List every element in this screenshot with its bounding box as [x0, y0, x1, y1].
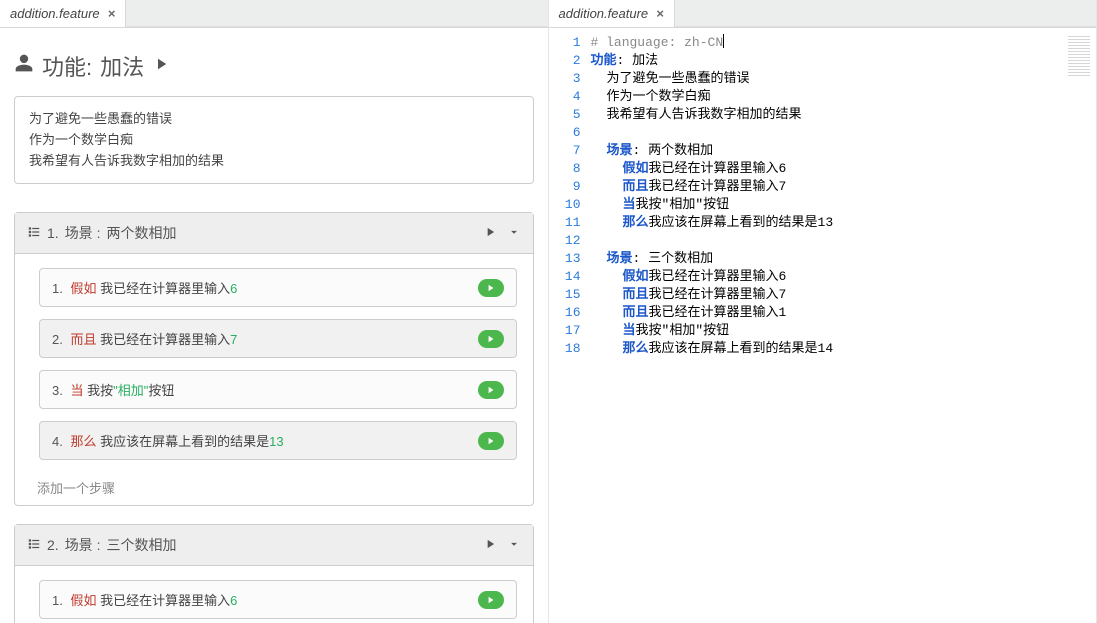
- scenario-label: 场景 :: [65, 223, 101, 243]
- code-line[interactable]: 而且我已经在计算器里输入7: [591, 286, 1097, 304]
- scenario-label: 场景 :: [65, 535, 101, 555]
- line-number: 9: [549, 178, 581, 196]
- code-line[interactable]: 场景: 三个数相加: [591, 250, 1097, 268]
- step-go-button[interactable]: [478, 591, 504, 609]
- scenario-icon: [27, 225, 41, 242]
- step-text: 4. 那么 我应该在屏幕上看到的结果是13: [52, 431, 284, 450]
- line-number: 3: [549, 70, 581, 88]
- step-text: 3. 当 我按"相加"按钮: [52, 380, 174, 399]
- feature-body: 功能: 加法 为了避免一些愚蠢的错误 作为一个数学白痴 我希望有人告诉我数字相加…: [0, 28, 548, 623]
- line-number: 15: [549, 286, 581, 304]
- code-line[interactable]: 假如我已经在计算器里输入6: [591, 268, 1097, 286]
- feature-description: 为了避免一些愚蠢的错误 作为一个数学白痴 我希望有人告诉我数字相加的结果: [14, 96, 534, 184]
- desc-line: 作为一个数学白痴: [29, 130, 519, 151]
- right-pane: addition.feature × 123456789101112131415…: [549, 0, 1097, 623]
- scenario-icon: [27, 537, 41, 554]
- line-number: 17: [549, 322, 581, 340]
- line-number: 18: [549, 340, 581, 358]
- code-line[interactable]: [591, 124, 1097, 142]
- step-text: 1. 假如 我已经在计算器里输入6: [52, 590, 237, 609]
- line-number: 13: [549, 250, 581, 268]
- line-number: 2: [549, 52, 581, 70]
- step-row[interactable]: 4. 那么 我应该在屏幕上看到的结果是13: [39, 421, 517, 460]
- code-line[interactable]: 我希望有人告诉我数字相加的结果: [591, 106, 1097, 124]
- step-go-button[interactable]: [478, 432, 504, 450]
- tab-addition-feature-right[interactable]: addition.feature ×: [549, 0, 675, 27]
- play-icon[interactable]: [483, 537, 497, 554]
- code-line[interactable]: 场景: 两个数相加: [591, 142, 1097, 160]
- step-row[interactable]: 1. 假如 我已经在计算器里输入6: [39, 580, 517, 619]
- line-number: 4: [549, 88, 581, 106]
- code-line[interactable]: 而且我已经在计算器里输入7: [591, 178, 1097, 196]
- close-icon[interactable]: ×: [108, 6, 116, 21]
- chevron-down-icon[interactable]: [507, 537, 521, 554]
- code-line[interactable]: 当我按"相加"按钮: [591, 322, 1097, 340]
- scenario-header[interactable]: 2. 场景 : 三个数相加: [15, 525, 533, 566]
- text-cursor: [723, 34, 724, 48]
- step-row[interactable]: 1. 假如 我已经在计算器里输入6: [39, 268, 517, 307]
- line-gutter: 123456789101112131415161718: [549, 34, 591, 623]
- step-text: 2. 而且 我已经在计算器里输入7: [52, 329, 237, 348]
- step-row[interactable]: 3. 当 我按"相加"按钮: [39, 370, 517, 409]
- line-number: 8: [549, 160, 581, 178]
- code-editor[interactable]: 123456789101112131415161718 # language: …: [549, 28, 1097, 623]
- code-line[interactable]: 那么我应该在屏幕上看到的结果是14: [591, 340, 1097, 358]
- right-tabbar: addition.feature ×: [549, 0, 1097, 28]
- step-text: 1. 假如 我已经在计算器里输入6: [52, 278, 237, 297]
- scenario-header[interactable]: 1. 场景 : 两个数相加: [15, 213, 533, 254]
- left-pane: addition.feature × 功能: 加法 为了避免一些愚蠢的错误 作为…: [0, 0, 549, 623]
- code-line[interactable]: 为了避免一些愚蠢的错误: [591, 70, 1097, 88]
- scenario-index: 1.: [47, 225, 59, 241]
- line-number: 6: [549, 124, 581, 142]
- tab-filename: addition.feature: [559, 6, 649, 21]
- desc-line: 我希望有人告诉我数字相加的结果: [29, 151, 519, 172]
- steps-list: 1. 假如 我已经在计算器里输入6 2. 而且 我已经在计算器里输入7 3. 当…: [15, 254, 533, 476]
- feature-heading: 功能: 加法: [14, 50, 534, 82]
- code-line[interactable]: 假如我已经在计算器里输入6: [591, 160, 1097, 178]
- step-go-button[interactable]: [478, 330, 504, 348]
- scenario-name: 三个数相加: [106, 535, 176, 555]
- close-icon[interactable]: ×: [656, 6, 664, 21]
- scenario-name: 两个数相加: [106, 223, 176, 243]
- code-line[interactable]: 那么我应该在屏幕上看到的结果是13: [591, 214, 1097, 232]
- user-icon: [14, 53, 34, 79]
- line-number: 5: [549, 106, 581, 124]
- step-row[interactable]: 2. 而且 我已经在计算器里输入7: [39, 319, 517, 358]
- scenario-card: 2. 场景 : 三个数相加 1. 假如 我已经在计算器里输入6: [14, 524, 534, 623]
- desc-line: 为了避免一些愚蠢的错误: [29, 109, 519, 130]
- scenario-index: 2.: [47, 537, 59, 553]
- play-icon[interactable]: [152, 53, 170, 79]
- step-go-button[interactable]: [478, 279, 504, 297]
- code-line[interactable]: 作为一个数学白痴: [591, 88, 1097, 106]
- code-line[interactable]: 功能: 加法: [591, 52, 1097, 70]
- line-number: 12: [549, 232, 581, 250]
- line-number: 10: [549, 196, 581, 214]
- minimap[interactable]: [1068, 36, 1090, 76]
- line-number: 7: [549, 142, 581, 160]
- step-go-button[interactable]: [478, 381, 504, 399]
- left-tabbar: addition.feature ×: [0, 0, 548, 28]
- tab-filename: addition.feature: [10, 6, 100, 21]
- line-number: 16: [549, 304, 581, 322]
- play-icon[interactable]: [483, 225, 497, 242]
- code-line[interactable]: 当我按"相加"按钮: [591, 196, 1097, 214]
- line-number: 14: [549, 268, 581, 286]
- code-line[interactable]: 而且我已经在计算器里输入1: [591, 304, 1097, 322]
- line-number: 1: [549, 34, 581, 52]
- code-line[interactable]: # language: zh-CN: [591, 34, 1097, 52]
- add-step-link[interactable]: 添加一个步骤: [15, 476, 533, 505]
- feature-name: 加法: [100, 50, 144, 82]
- scenario-card: 1. 场景 : 两个数相加 1. 假如 我已经在计算器里输入6 2. 而且: [14, 212, 534, 506]
- steps-list: 1. 假如 我已经在计算器里输入6: [15, 566, 533, 623]
- code-area[interactable]: # language: zh-CN功能: 加法为了避免一些愚蠢的错误作为一个数学…: [591, 34, 1097, 623]
- feature-label-prefix: 功能:: [42, 50, 92, 82]
- code-line[interactable]: [591, 232, 1097, 250]
- line-number: 11: [549, 214, 581, 232]
- chevron-down-icon[interactable]: [507, 225, 521, 242]
- tab-addition-feature-left[interactable]: addition.feature ×: [0, 0, 126, 27]
